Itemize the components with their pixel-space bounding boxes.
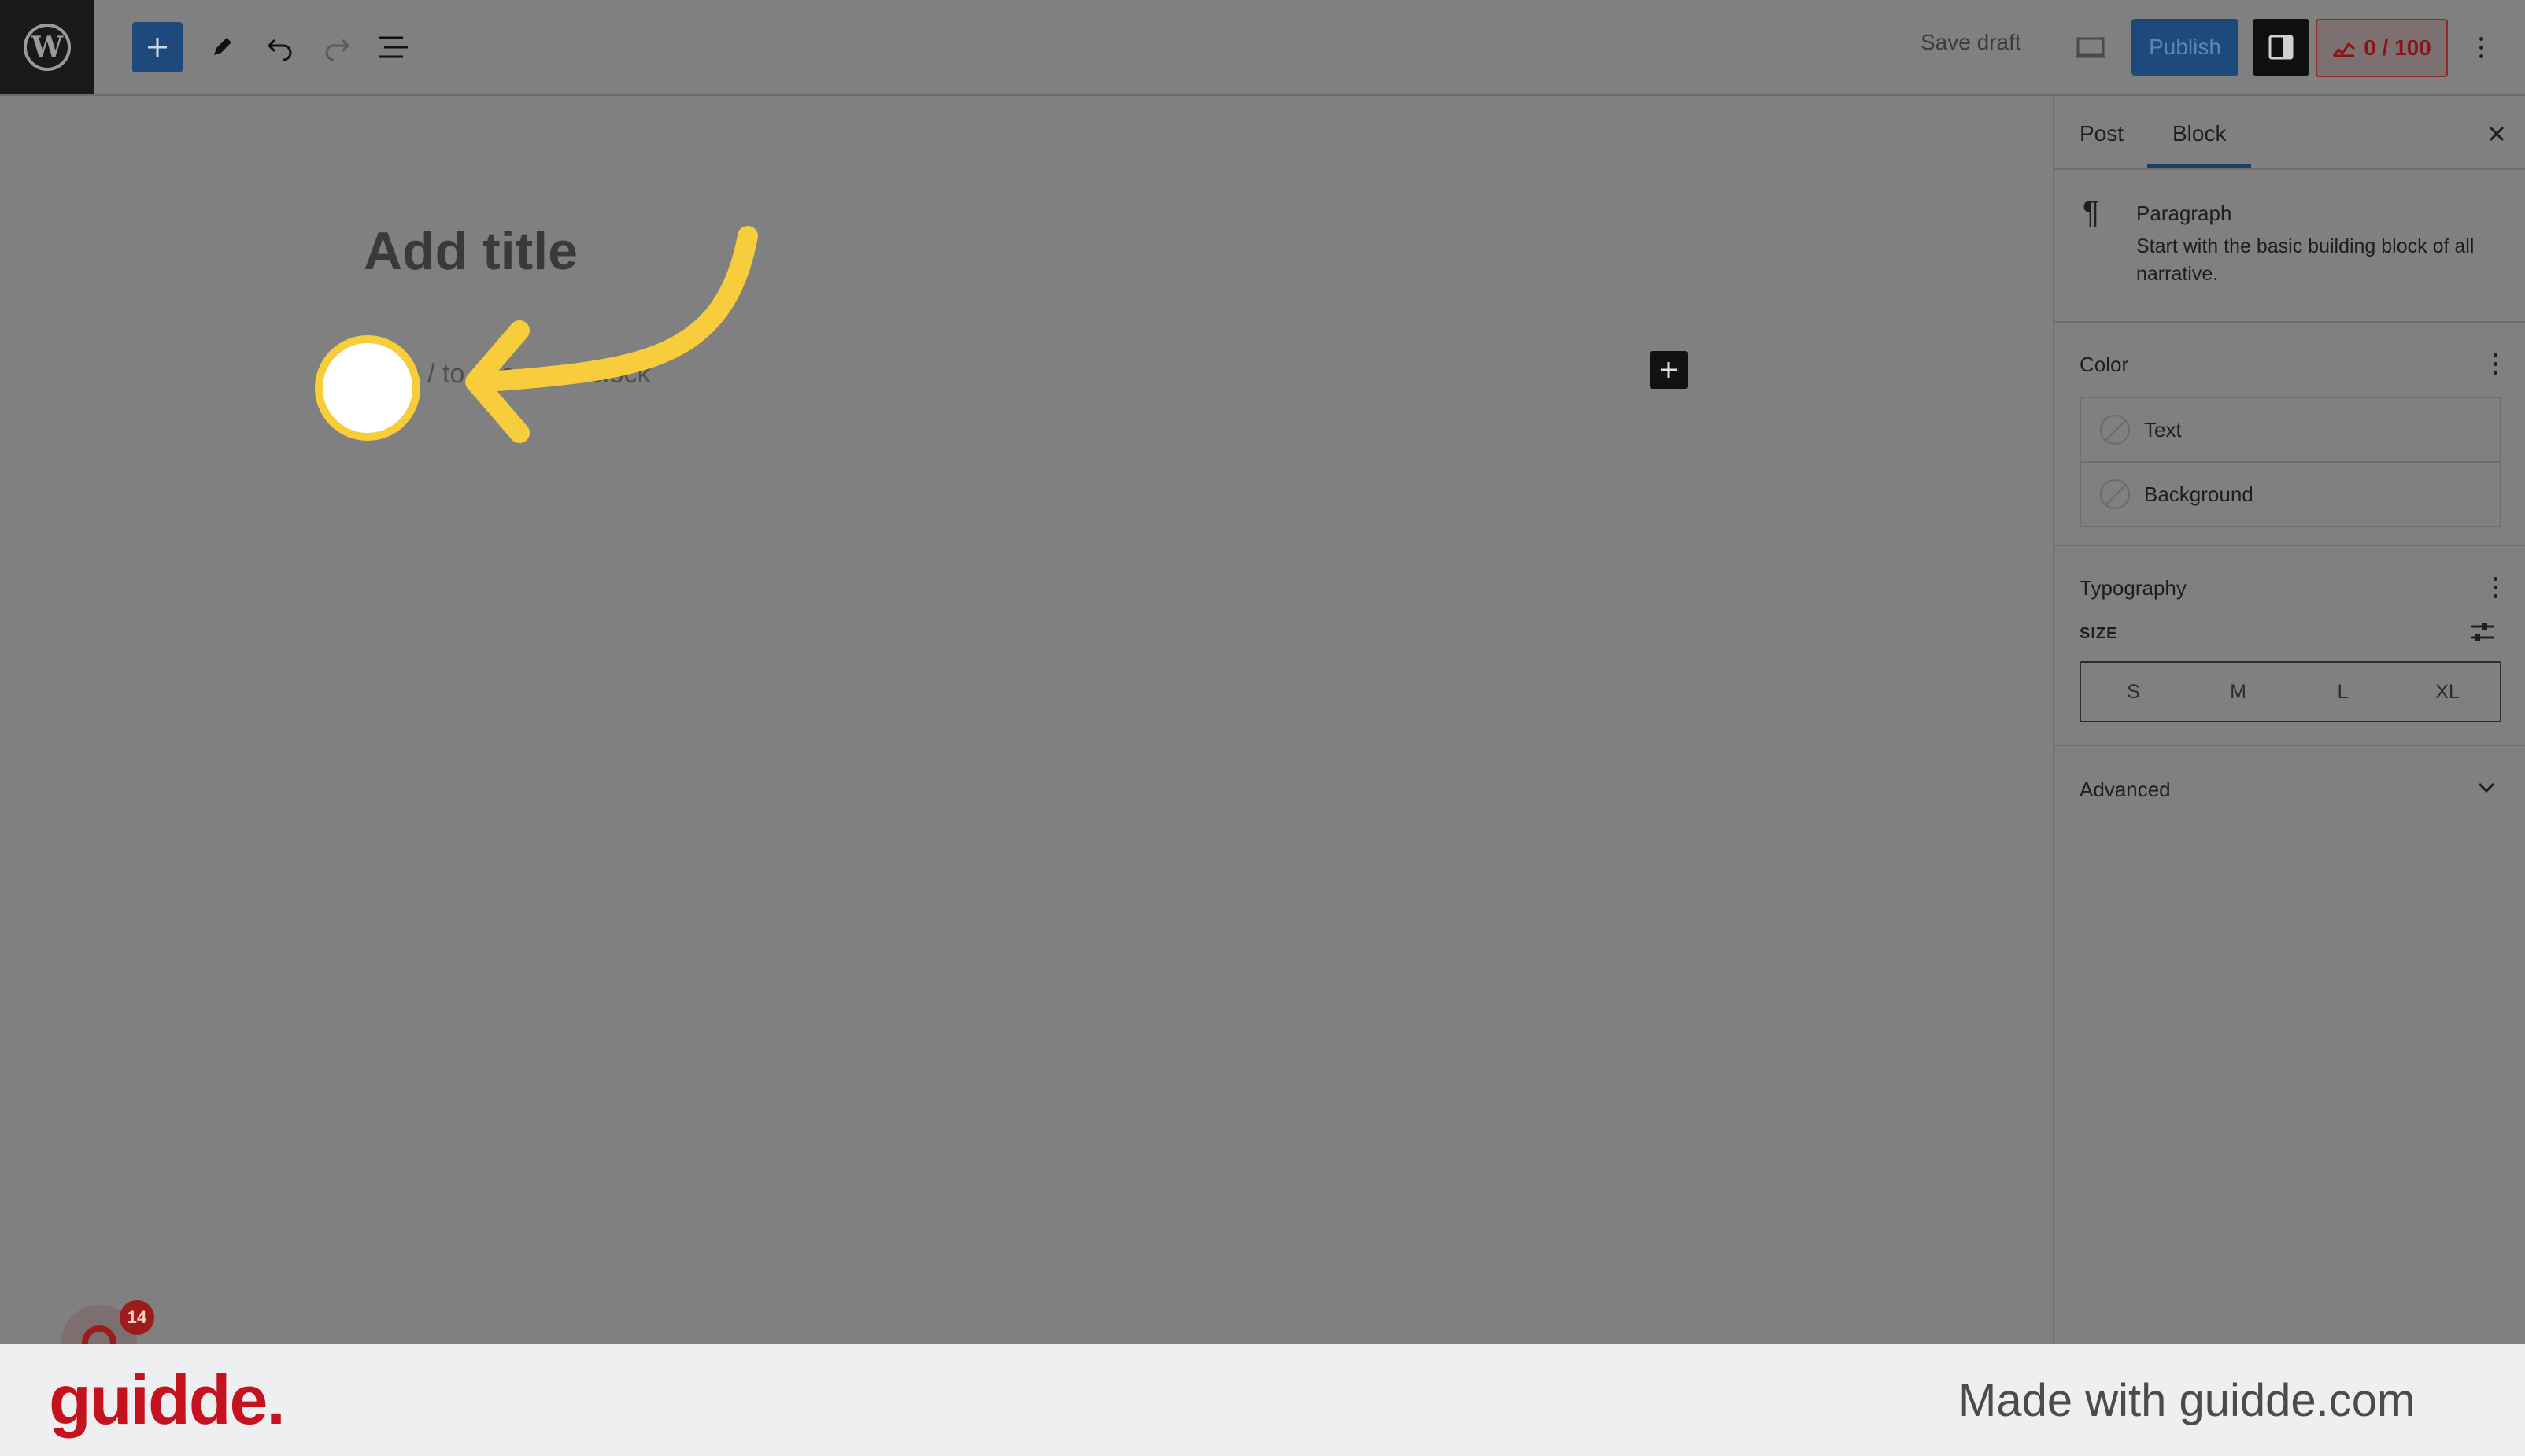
- text-color-option[interactable]: Text: [2081, 398, 2500, 463]
- font-size-label: SIZE: [2080, 625, 2118, 642]
- background-color-label: Background: [2144, 482, 2253, 506]
- size-option-s[interactable]: S: [2081, 663, 2186, 721]
- vertical-ellipsis-icon: [2471, 31, 2490, 63]
- plus-icon: [148, 38, 167, 57]
- typography-panel: Typography SIZE S M L XL: [2054, 546, 2525, 746]
- tools-button[interactable]: [198, 24, 246, 71]
- color-panel: Color Text Background: [2054, 323, 2525, 546]
- tab-post[interactable]: Post: [2080, 121, 2124, 146]
- svg-text:W: W: [31, 31, 64, 64]
- undo-button[interactable]: [257, 24, 304, 71]
- laptop-icon: [2076, 37, 2105, 58]
- font-size-picker: S M L XL: [2080, 661, 2501, 722]
- inline-add-block-button[interactable]: [1650, 351, 1688, 389]
- chevron-down-icon: [2478, 782, 2495, 793]
- background-color-option[interactable]: Background: [2081, 463, 2500, 526]
- tutorial-arrow-icon: [465, 226, 758, 443]
- made-with-text: Made with guidde.com: [1958, 1375, 2416, 1426]
- typography-options-button[interactable]: [2486, 571, 2505, 603]
- size-option-m[interactable]: M: [2186, 663, 2290, 721]
- size-option-xl[interactable]: XL: [2395, 663, 2500, 721]
- editor-toolbar: W Save draft Publish 0 / 100: [0, 0, 2525, 96]
- active-tab-indicator: [2147, 164, 2251, 168]
- advanced-panel[interactable]: Advanced: [2054, 746, 2525, 825]
- tab-block[interactable]: Block: [2172, 121, 2226, 146]
- guidde-footer: guidde. Made with guidde.com: [0, 1344, 2525, 1456]
- advanced-panel-title: Advanced: [2080, 778, 2171, 801]
- size-option-l[interactable]: L: [2290, 663, 2395, 721]
- plus-icon: [1661, 362, 1677, 378]
- seo-score-button[interactable]: 0 / 100: [2316, 19, 2448, 77]
- text-color-label: Text: [2144, 417, 2182, 442]
- editor-canvas: [0, 96, 2053, 1344]
- settings-sidebar: Post Block ¶ Paragraph Start with the ba…: [2053, 96, 2525, 1344]
- color-panel-title: Color: [2080, 353, 2129, 376]
- click-highlight-circle: [315, 335, 420, 441]
- close-icon: [2489, 126, 2505, 142]
- preview-button[interactable]: [2070, 27, 2111, 68]
- undo-icon: [267, 39, 292, 61]
- block-card: ¶ Paragraph Start with the basic buildin…: [2054, 170, 2525, 323]
- list-view-icon: [379, 36, 408, 58]
- redo-button[interactable]: [313, 24, 360, 71]
- seo-score-value: 0 / 100: [2364, 35, 2431, 60]
- notification-badge: 14: [120, 1300, 154, 1335]
- block-name: Paragraph: [2136, 201, 2232, 225]
- pencil-icon: [214, 38, 231, 55]
- custom-size-icon[interactable]: [2468, 619, 2497, 647]
- redo-icon: [325, 39, 350, 61]
- color-options-button[interactable]: [2486, 348, 2505, 379]
- close-sidebar-button[interactable]: [2478, 115, 2516, 153]
- seo-chart-icon: [2332, 42, 2356, 57]
- settings-toggle-button[interactable]: [2253, 19, 2309, 76]
- save-draft-button[interactable]: Save draft: [1921, 30, 2021, 55]
- color-settings-box: Text Background: [2080, 397, 2501, 527]
- list-view-button[interactable]: [370, 24, 417, 71]
- typography-panel-title: Typography: [2080, 576, 2187, 600]
- empty-swatch-icon: [2100, 479, 2130, 509]
- wordpress-logo-icon[interactable]: W: [0, 0, 94, 94]
- empty-swatch-icon: [2100, 415, 2130, 445]
- paragraph-icon: ¶: [2083, 195, 2100, 230]
- sidebar-toggle-icon: [2268, 35, 2294, 60]
- publish-button[interactable]: Publish: [2131, 19, 2238, 76]
- more-options-button[interactable]: [2462, 27, 2500, 68]
- block-description: Start with the basic building block of a…: [2136, 235, 2475, 285]
- add-block-button[interactable]: [132, 22, 183, 72]
- sidebar-tabs: Post Block: [2054, 96, 2525, 170]
- guidde-brand-logo: guidde.: [49, 1361, 286, 1439]
